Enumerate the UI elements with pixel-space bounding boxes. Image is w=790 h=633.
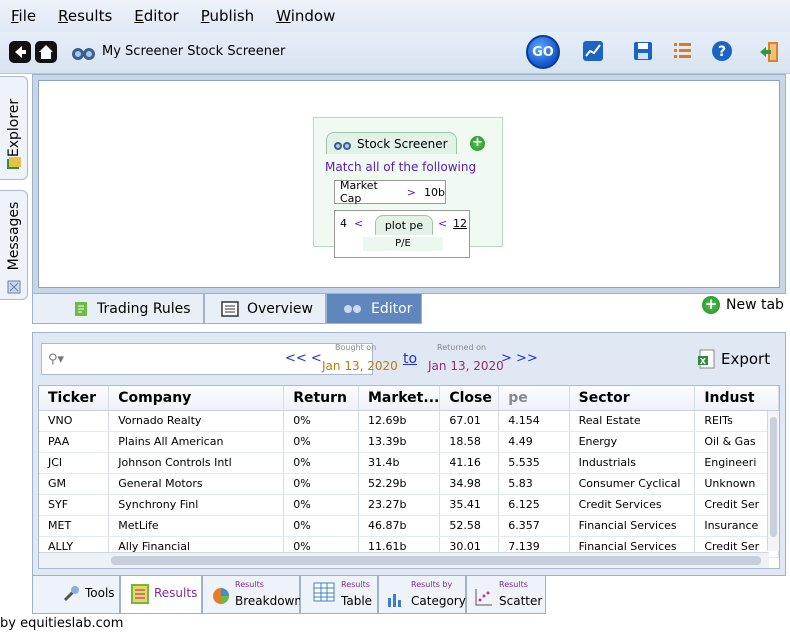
col-market-cap[interactable]: Market... — [358, 386, 441, 411]
excel-icon: X — [698, 349, 715, 369]
back-icon[interactable] — [8, 40, 32, 64]
results-panel: ⚲▾ << < Bought on Jan 13, 2020 to Return… — [32, 332, 786, 576]
tab-explorer[interactable]: Explorer — [0, 76, 28, 180]
list-icon[interactable] — [673, 40, 697, 64]
tab-results[interactable]: Results — [120, 576, 202, 614]
footer-credit: by equitieslab.com — [0, 616, 124, 631]
search-icon[interactable]: ⚲▾ — [48, 352, 64, 367]
editor-canvas: Stock Screener + Match all of the follow… — [38, 80, 780, 288]
overview-icon — [221, 300, 239, 317]
tab-editor[interactable]: Editor — [326, 294, 422, 324]
menu-file[interactable]: File — [4, 7, 43, 25]
col-close[interactable]: Close — [439, 386, 500, 411]
tab-category[interactable]: Results by Category — [378, 576, 466, 614]
export-button[interactable]: X Export — [697, 349, 770, 369]
svg-text:X: X — [700, 357, 707, 366]
menu-publish[interactable]: Publish — [194, 7, 261, 25]
pie-chart-icon — [213, 588, 229, 604]
col-pe[interactable]: pe — [498, 386, 570, 411]
screener-title: My Screener Stock Screener — [102, 44, 286, 59]
col-sector[interactable]: Sector — [569, 386, 696, 411]
returned-date[interactable]: Jan 13, 2020 — [428, 359, 504, 373]
col-ticker[interactable]: Ticker — [39, 386, 110, 411]
binoculars-icon — [334, 142, 351, 150]
table-header-row: Ticker Company Return Market... Close pe… — [39, 386, 779, 411]
search-input[interactable] — [72, 348, 282, 370]
col-industry[interactable]: Indust — [694, 386, 779, 411]
table-row[interactable]: JCI Johnson Controls Intl 0% 31.4b 41.16 5.53… — [39, 452, 779, 474]
menu-results[interactable]: Results — [51, 7, 119, 25]
help-icon[interactable]: ? — [711, 40, 735, 64]
table-row[interactable]: VNO Vornado Realty 0% 12.69b 67.01 4.154 Real … — [39, 410, 779, 432]
bought-on-label: Bought on — [335, 343, 377, 352]
add-rule-icon[interactable]: + — [470, 136, 485, 151]
match-condition[interactable]: Match all of the following — [325, 160, 476, 174]
prev-date-button[interactable]: << < — [285, 351, 322, 366]
tab-table[interactable]: Results Table — [300, 576, 378, 614]
save-icon[interactable] — [632, 40, 656, 64]
new-tab-button[interactable]: + New tab — [702, 296, 784, 314]
wrench-icon — [63, 586, 79, 602]
horizontal-scroll-thumb[interactable] — [111, 556, 761, 565]
returned-on-label: Returned on — [437, 343, 487, 352]
go-button[interactable]: GO — [526, 35, 560, 69]
toolbar: My Screener Stock Screener GO ? — [0, 32, 790, 74]
table-row[interactable]: SYF Synchrony Finl 0% 23.27b 35.41 6.125 Credi… — [39, 494, 779, 516]
vertical-scrollbar[interactable] — [767, 411, 779, 551]
bar-chart-icon — [388, 594, 401, 607]
menu-window[interactable]: Window — [269, 7, 342, 25]
exit-icon[interactable] — [758, 40, 782, 64]
binoculars-icon — [70, 42, 95, 66]
tab-messages[interactable]: Messages — [0, 190, 28, 300]
plus-icon: + — [702, 296, 720, 314]
svg-text:?: ? — [718, 44, 726, 60]
horizontal-scrollbar[interactable] — [39, 552, 769, 568]
screener-tab[interactable]: Stock Screener — [326, 132, 457, 154]
to-link[interactable]: to — [403, 351, 417, 367]
table-icon — [313, 582, 335, 602]
messages-icon — [7, 280, 21, 294]
trading-rules-icon — [75, 301, 87, 316]
col-return[interactable]: Return — [283, 386, 359, 411]
menu-bar: File Results Editor Publish Window — [0, 0, 790, 32]
tab-trading-rules[interactable]: Trading Rules — [32, 294, 204, 324]
explorer-icon — [7, 157, 21, 169]
tab-tools[interactable]: Tools — [32, 576, 120, 614]
col-company[interactable]: Company — [108, 386, 285, 411]
chart-icon[interactable] — [582, 40, 606, 64]
tab-breakdown[interactable]: Results Breakdown — [202, 576, 302, 614]
bought-date[interactable]: Jan 13, 2020 — [322, 359, 398, 373]
vertical-scroll-thumb[interactable] — [770, 417, 777, 537]
results-table: Ticker Company Return Market... Close pe… — [38, 385, 780, 569]
tab-scatter[interactable]: Results Scatter — [466, 576, 546, 614]
pe-caption: P/E — [363, 237, 443, 251]
screener-block[interactable]: Stock Screener + Match all of the follow… — [313, 117, 503, 258]
results-icon — [131, 584, 149, 604]
table-row[interactable]: MET MetLife 0% 46.87b 52.58 6.357 Financial Se… — [39, 515, 779, 537]
editor-panel: Stock Screener + Match all of the follow… — [32, 74, 786, 294]
home-icon[interactable] — [34, 40, 58, 64]
next-date-button[interactable]: > >> — [501, 351, 538, 366]
table-row[interactable]: GM General Motors 0% 52.29b 34.98 5.83 Consume… — [39, 473, 779, 495]
binoculars-icon — [344, 305, 361, 313]
table-row[interactable]: PAA Plains All American 0% 13.39b 18.58 4.49 E… — [39, 431, 779, 453]
rule-pe-range[interactable]: 4 < plot pe < 12 P/E — [334, 210, 470, 258]
rule-market-cap[interactable]: Market Cap > 10b — [334, 179, 446, 205]
plot-pe-tab[interactable]: plot pe — [375, 215, 433, 235]
tab-overview[interactable]: Overview — [204, 294, 326, 324]
scatter-icon — [475, 589, 492, 606]
menu-editor[interactable]: Editor — [127, 7, 185, 25]
